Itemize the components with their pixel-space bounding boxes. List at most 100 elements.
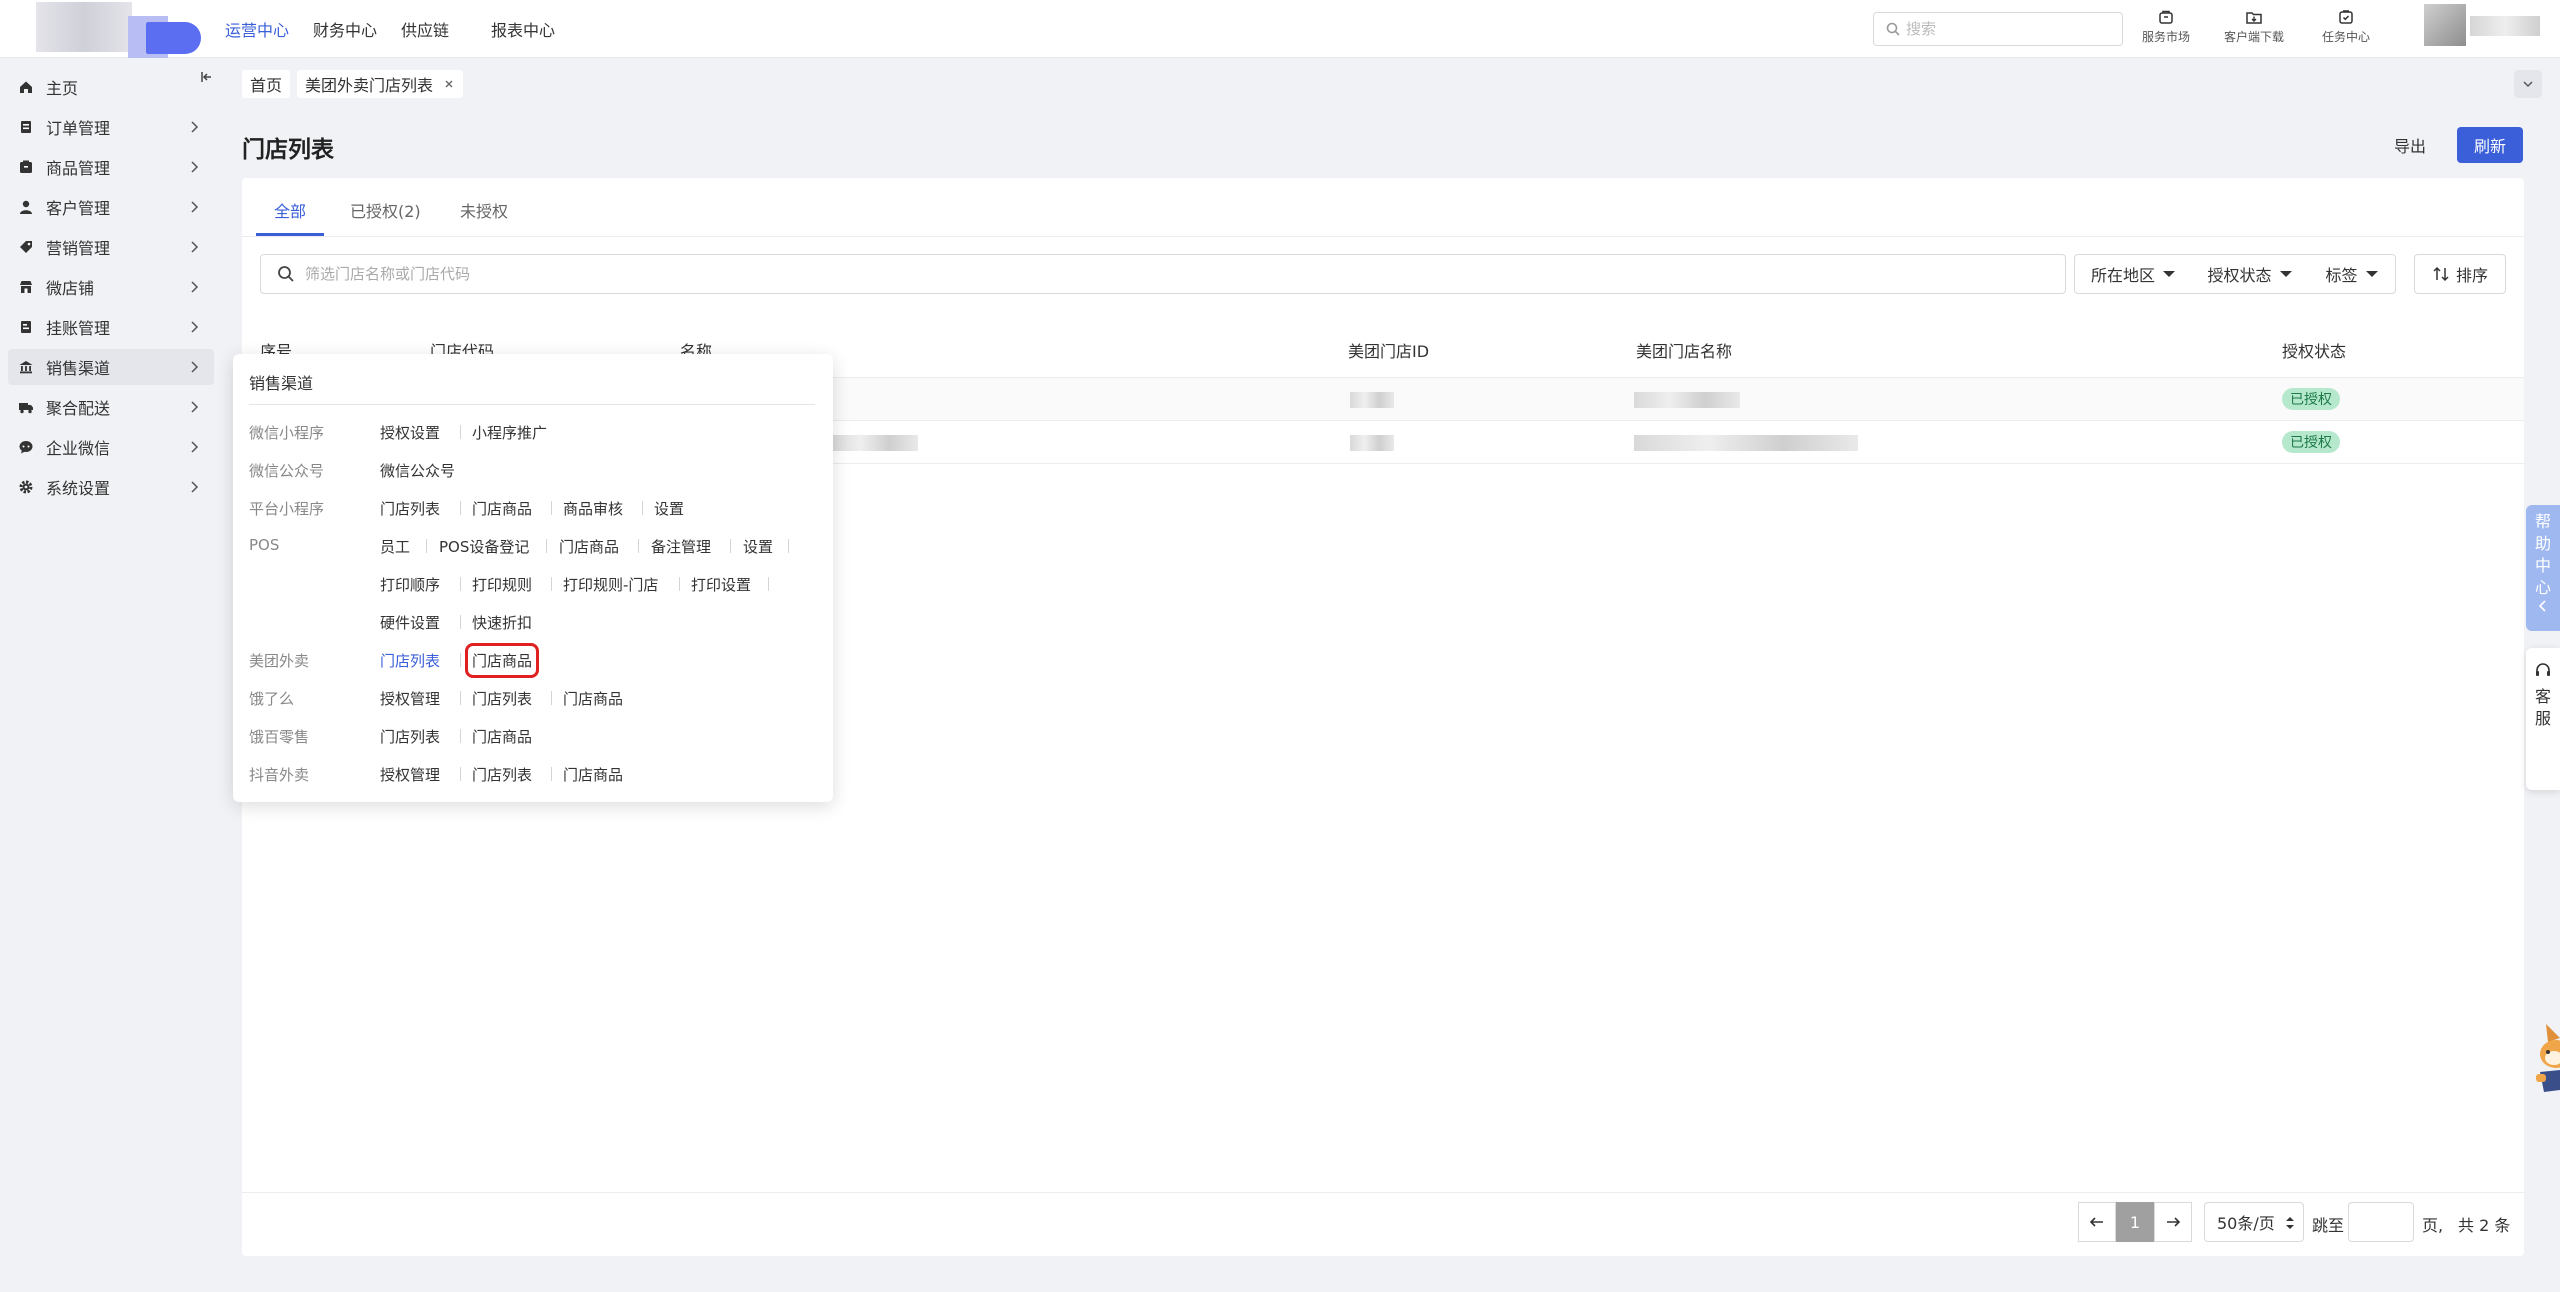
user-name-blurred[interactable] bbox=[2470, 16, 2540, 36]
menu-category-eleme: 饿了么 bbox=[249, 690, 295, 708]
tabs-menu-toggle[interactable] bbox=[2514, 70, 2542, 98]
sidebar-item-marketing[interactable]: 营销管理 bbox=[8, 229, 214, 265]
tab-home[interactable]: 首页 bbox=[242, 70, 291, 98]
top-nav: 运营中心 财务中心 供应链 报表中心 bbox=[225, 0, 579, 58]
menu-link-pos-print-rules-store[interactable]: 打印规则-门店 bbox=[563, 574, 658, 595]
brand-logo[interactable] bbox=[36, 2, 201, 58]
jump-to-page-input[interactable] bbox=[2348, 1202, 2414, 1242]
chevron-left-icon bbox=[2538, 600, 2546, 612]
menu-link-eleme-auth[interactable]: 授权管理 bbox=[380, 688, 440, 709]
sidebar-item-label: 客户管理 bbox=[46, 199, 111, 218]
menu-link-platform-store-list[interactable]: 门店列表 bbox=[380, 498, 440, 519]
page-size-select[interactable]: 50条/页 bbox=[2204, 1202, 2304, 1242]
sidebar-item-settings[interactable]: 系统设置 bbox=[8, 469, 214, 505]
help-char: 中 bbox=[2534, 556, 2551, 575]
menu-link-douyin-store-products[interactable]: 门店商品 bbox=[563, 764, 623, 785]
sidebar-item-products[interactable]: 商品管理 bbox=[8, 149, 214, 185]
truck-icon bbox=[19, 403, 33, 414]
region-dropdown[interactable]: 所在地区 bbox=[2074, 254, 2192, 294]
task-center-label: 任务中心 bbox=[2322, 30, 2371, 44]
global-search[interactable] bbox=[1873, 12, 2123, 46]
export-button[interactable]: 导出 bbox=[2378, 128, 2442, 162]
sidebar-item-label: 订单管理 bbox=[46, 119, 111, 138]
menu-link-meituan-store-list[interactable]: 门店列表 bbox=[380, 650, 440, 671]
menu-link-meituan-store-products[interactable]: 门店商品 bbox=[464, 643, 540, 678]
tab-authorized[interactable]: 已授权(2) bbox=[350, 198, 421, 222]
menu-category-wechat-official: 微信公众号 bbox=[249, 462, 325, 480]
sidebar-item-customers[interactable]: 客户管理 bbox=[8, 189, 214, 225]
menu-link-ebai-store-list[interactable]: 门店列表 bbox=[380, 726, 440, 747]
menu-link-ebai-store-products[interactable]: 门店商品 bbox=[472, 726, 532, 747]
tab-unauthorized[interactable]: 未授权 bbox=[460, 198, 508, 222]
service-market-button[interactable]: 服务市场 bbox=[2142, 8, 2190, 45]
menu-link-platform-settings[interactable]: 设置 bbox=[654, 498, 684, 519]
menu-link-eleme-store-list[interactable]: 门店列表 bbox=[472, 688, 532, 709]
menu-link-pos-print-settings[interactable]: 打印设置 bbox=[691, 574, 751, 595]
tab-meituan-store-list[interactable]: 美团外卖门店列表 bbox=[297, 70, 464, 98]
column-header-meituan-id: 美团门店ID bbox=[1348, 342, 1430, 361]
top-nav-finance[interactable]: 财务中心 bbox=[313, 17, 377, 41]
meituan-name-blurred bbox=[1634, 392, 1740, 408]
sales-channel-menu: 销售渠道 微信小程序 授权设置 小程序推广 微信公众号 微信公众号 平台小程序 … bbox=[233, 354, 833, 802]
sidebar-item-delivery[interactable]: 聚合配送 bbox=[8, 389, 214, 425]
menu-separator bbox=[460, 767, 461, 781]
menu-separator bbox=[460, 653, 461, 667]
menu-link-pos-staff[interactable]: 员工 bbox=[380, 536, 410, 557]
prev-page-button[interactable] bbox=[2078, 1202, 2116, 1242]
menu-link-pos-quick-discount[interactable]: 快速折扣 bbox=[472, 612, 532, 633]
close-icon[interactable] bbox=[443, 78, 455, 90]
top-nav-reports[interactable]: 报表中心 bbox=[491, 17, 555, 41]
menu-link-pos-remarks[interactable]: 备注管理 bbox=[651, 536, 711, 557]
menu-link-pos-hardware[interactable]: 硬件设置 bbox=[380, 612, 440, 633]
user-avatar[interactable] bbox=[2424, 4, 2466, 46]
chevron-right-icon bbox=[191, 201, 199, 213]
mascot-fox-icon[interactable] bbox=[2532, 1020, 2560, 1100]
auth-status-dropdown[interactable]: 授权状态 bbox=[2191, 254, 2309, 294]
next-page-button[interactable] bbox=[2154, 1202, 2192, 1242]
sidebar-item-credit[interactable]: 挂账管理 bbox=[8, 309, 214, 345]
task-icon bbox=[2339, 10, 2353, 24]
refresh-button[interactable]: 刷新 bbox=[2457, 127, 2523, 163]
store-filter[interactable] bbox=[260, 254, 2066, 294]
tag-dropdown[interactable]: 标签 bbox=[2308, 254, 2396, 294]
search-icon bbox=[1886, 22, 1900, 36]
menu-link-pos-store-products[interactable]: 门店商品 bbox=[559, 536, 619, 557]
store-filter-input[interactable] bbox=[305, 265, 2005, 283]
menu-link-douyin-auth[interactable]: 授权管理 bbox=[380, 764, 440, 785]
menu-link-eleme-store-products[interactable]: 门店商品 bbox=[563, 688, 623, 709]
help-center-tab[interactable]: 帮 助 中 心 bbox=[2526, 505, 2560, 631]
product-box-icon bbox=[20, 160, 32, 173]
sidebar-item-wecom[interactable]: 企业微信 bbox=[8, 429, 214, 465]
page-number-button[interactable]: 1 bbox=[2116, 1202, 2154, 1242]
menu-link-platform-store-products[interactable]: 门店商品 bbox=[472, 498, 532, 519]
task-center-button[interactable]: 任务中心 bbox=[2322, 8, 2370, 45]
global-search-input[interactable] bbox=[1906, 20, 2106, 38]
menu-category-meituan: 美团外卖 bbox=[249, 652, 310, 670]
menu-link-wechat-official[interactable]: 微信公众号 bbox=[380, 460, 455, 481]
menu-separator bbox=[460, 615, 461, 629]
headset-icon bbox=[2536, 663, 2550, 676]
sidebar-item-home[interactable]: 主页 bbox=[8, 69, 214, 105]
tab-all[interactable]: 全部 bbox=[274, 198, 306, 222]
sidebar-item-micro-store[interactable]: 微店铺 bbox=[8, 269, 214, 305]
client-download-button[interactable]: 客户端下载 bbox=[2224, 8, 2284, 45]
menu-link-pos-device[interactable]: POS设备登记 bbox=[439, 536, 529, 557]
top-nav-supply-chain[interactable]: 供应链 bbox=[401, 17, 449, 41]
sort-button[interactable]: 排序 bbox=[2414, 254, 2506, 294]
menu-link-pos-print-order[interactable]: 打印顺序 bbox=[380, 574, 440, 595]
status-badge: 已授权 bbox=[2282, 388, 2340, 410]
sidebar-item-label: 营销管理 bbox=[46, 239, 111, 258]
menu-link-pos-print-rules[interactable]: 打印规则 bbox=[472, 574, 532, 595]
ledger-icon bbox=[21, 321, 31, 333]
menu-link-miniprogram-promo[interactable]: 小程序推广 bbox=[472, 422, 547, 443]
menu-link-platform-product-review[interactable]: 商品审核 bbox=[563, 498, 623, 519]
sidebar-item-orders[interactable]: 订单管理 bbox=[8, 109, 214, 145]
top-nav-operations[interactable]: 运营中心 bbox=[225, 17, 289, 41]
help-char: 帮 bbox=[2534, 512, 2551, 531]
customer-service-tab[interactable]: 客 服 bbox=[2526, 648, 2560, 790]
menu-link-auth-settings[interactable]: 授权设置 bbox=[380, 422, 440, 443]
menu-link-pos-settings[interactable]: 设置 bbox=[743, 536, 773, 557]
sidebar-item-sales-channels[interactable]: 销售渠道 bbox=[8, 349, 214, 385]
chevron-right-icon bbox=[191, 161, 199, 173]
menu-link-douyin-store-list[interactable]: 门店列表 bbox=[472, 764, 532, 785]
